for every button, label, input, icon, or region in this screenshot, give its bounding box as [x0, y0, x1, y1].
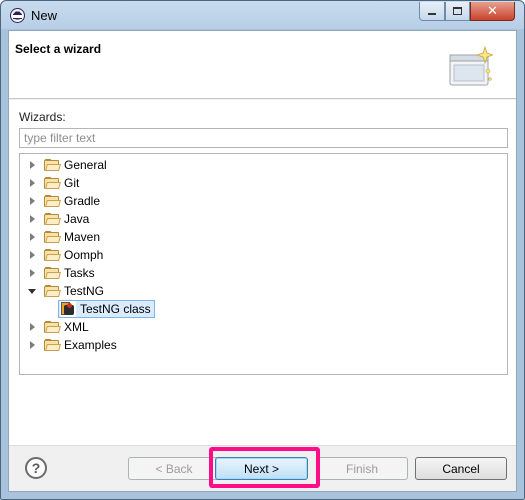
tree-item-label: Oomph: [64, 248, 104, 262]
folder-icon: [44, 230, 61, 244]
tree-item-testng-class[interactable]: TestNG class: [58, 300, 155, 318]
page-title: Select a wizard: [15, 42, 102, 56]
selected-tree-item[interactable]: TestNG class: [58, 300, 155, 318]
wizard-banner: Select a wizard: [9, 31, 516, 99]
help-icon: ?: [31, 460, 41, 476]
new-wizard-window: New ✕ Select a wizard Wizards: type filt…: [0, 0, 525, 500]
maximize-button[interactable]: [445, 2, 470, 21]
expand-arrow-icon[interactable]: [28, 341, 36, 349]
maximize-icon: [453, 7, 462, 15]
window-title: New: [31, 8, 58, 23]
tree-item-label: Maven: [64, 230, 101, 244]
folder-icon: [44, 320, 61, 334]
minimize-button[interactable]: [419, 2, 445, 21]
eclipse-icon: [10, 8, 25, 23]
tree-item-general[interactable]: General: [28, 156, 107, 174]
tree-item-label: Tasks: [64, 266, 95, 280]
filter-input[interactable]: [19, 128, 508, 148]
tree-item-label: TestNG: [64, 284, 105, 298]
tree-item-label: Examples: [64, 338, 117, 352]
expand-arrow-icon[interactable]: [28, 323, 36, 331]
tree-item-maven[interactable]: Maven: [28, 228, 100, 246]
tree-item-gradle[interactable]: Gradle: [28, 192, 100, 210]
wizard-banner-icon: [449, 45, 493, 86]
button-bar-separator: [9, 445, 516, 446]
title-bar[interactable]: New ✕: [1, 1, 524, 29]
help-button[interactable]: ?: [25, 457, 47, 479]
tree-item-xml[interactable]: XML: [28, 318, 89, 336]
expand-arrow-icon[interactable]: [28, 233, 36, 241]
expand-arrow-icon[interactable]: [28, 215, 36, 223]
tree-item-label: TestNG class: [80, 302, 151, 316]
tree-item-oomph[interactable]: Oomph: [28, 246, 103, 264]
tree-item-testng[interactable]: TestNG: [28, 282, 104, 300]
wizard-content: Wizards: General Git Gradle: [9, 100, 516, 445]
back-button[interactable]: < Back: [128, 457, 220, 480]
collapse-arrow-icon[interactable]: [28, 287, 36, 295]
close-icon: ✕: [487, 3, 498, 18]
dialog-client-area: Select a wizard Wizards: General: [8, 30, 517, 492]
expand-arrow-icon[interactable]: [28, 251, 36, 259]
tree-item-label: Gradle: [64, 194, 101, 208]
folder-open-icon: [44, 284, 61, 298]
testng-class-icon: [60, 301, 76, 317]
wizards-label: Wizards:: [19, 110, 66, 124]
folder-icon: [44, 266, 61, 280]
tree-item-label: Java: [64, 212, 90, 226]
finish-button[interactable]: Finish: [316, 457, 408, 480]
cancel-button[interactable]: Cancel: [415, 457, 507, 480]
tree-item-label: Git: [64, 176, 80, 190]
expand-arrow-icon[interactable]: [28, 269, 36, 277]
expand-arrow-icon[interactable]: [28, 179, 36, 187]
folder-icon: [44, 212, 61, 226]
wizard-tree[interactable]: General Git Gradle Java Maven Oomph Task…: [19, 153, 508, 375]
tree-item-label: XML: [64, 320, 89, 334]
close-button[interactable]: ✕: [470, 2, 515, 21]
next-button[interactable]: Next >: [215, 457, 308, 480]
tree-item-java[interactable]: Java: [28, 210, 89, 228]
folder-icon: [44, 158, 61, 172]
tree-item-tasks[interactable]: Tasks: [28, 264, 95, 282]
tree-item-examples[interactable]: Examples: [28, 336, 117, 354]
expand-arrow-icon[interactable]: [28, 197, 36, 205]
tree-item-label: General: [64, 158, 107, 172]
folder-icon: [44, 176, 61, 190]
minimize-icon: [428, 13, 436, 15]
folder-icon: [44, 194, 61, 208]
folder-icon: [44, 248, 61, 262]
expand-arrow-icon[interactable]: [28, 161, 36, 169]
tree-item-git[interactable]: Git: [28, 174, 79, 192]
folder-icon: [44, 338, 61, 352]
